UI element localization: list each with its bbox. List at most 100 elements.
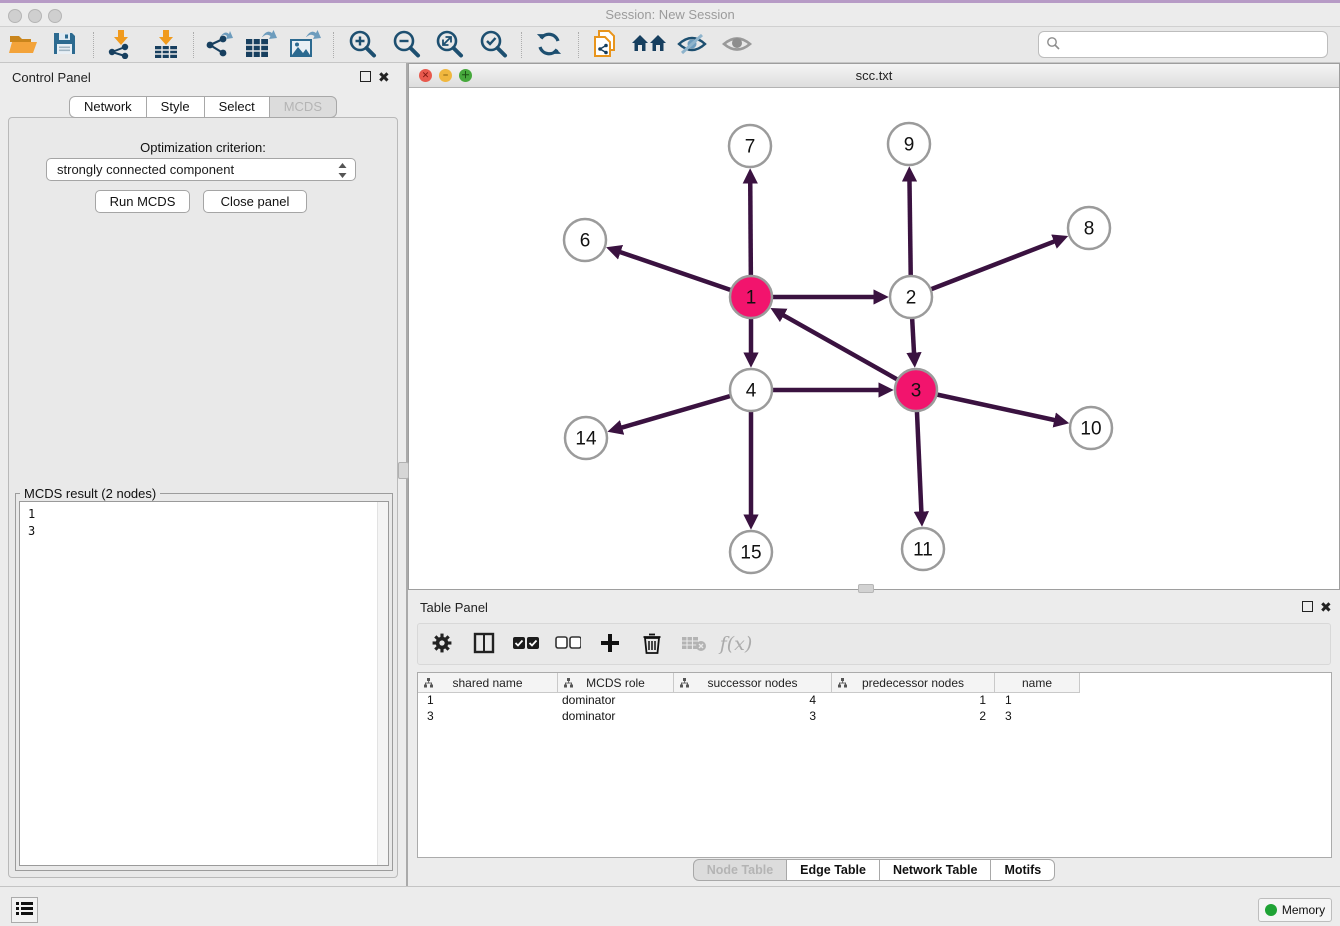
delete-table-button[interactable]: [680, 630, 708, 658]
result-scrollbar[interactable]: [377, 502, 388, 865]
export-image-button[interactable]: [285, 29, 325, 61]
tab-edge-table[interactable]: Edge Table: [786, 859, 880, 881]
column-header-shared-name[interactable]: shared name: [418, 673, 558, 693]
show-all-button[interactable]: [717, 29, 757, 61]
tab-select[interactable]: Select: [204, 96, 270, 118]
column-header-successor-nodes[interactable]: successor nodes: [674, 673, 832, 693]
export-network-button[interactable]: [198, 29, 238, 61]
horizontal-splitter-handle[interactable]: [858, 584, 874, 593]
select-chevrons-icon: [337, 162, 348, 185]
column-header-label: predecessor nodes: [862, 676, 964, 690]
zoom-in-icon: [347, 29, 377, 62]
app-title-bar: Session: New Session: [0, 0, 1340, 27]
select-all-button[interactable]: [512, 630, 540, 658]
column-header-label: shared name: [452, 676, 522, 690]
search-input[interactable]: [1065, 38, 1327, 52]
tab-mcds[interactable]: MCDS: [269, 96, 337, 118]
close-panel-icon[interactable]: ✖: [378, 72, 390, 83]
float-panel-icon[interactable]: [360, 71, 371, 82]
function-builder-button[interactable]: f(x): [722, 630, 750, 658]
table-cell[interactable]: 3: [995, 709, 1080, 725]
control-panel: Control Panel ✖ NetworkStyleSelectMCDS O…: [0, 63, 406, 886]
vertical-splitter-handle[interactable]: [398, 462, 409, 479]
column-header-MCDS-role[interactable]: MCDS role: [558, 673, 674, 693]
open-session-button[interactable]: [3, 29, 43, 61]
table-toolbar: f(x): [417, 623, 1331, 665]
window-minimize-button[interactable]: [28, 9, 42, 23]
toolbar-divider: [93, 32, 94, 58]
graph-node-label-11: 11: [913, 540, 933, 561]
graph-edge-2-8[interactable]: [911, 240, 1058, 297]
window-zoom-button[interactable]: [48, 9, 62, 23]
add-row-button[interactable]: [596, 630, 624, 658]
network-view-window: ✕ − ＋ scc.txt 7968124314101511: [408, 63, 1340, 590]
column-header-name[interactable]: name: [995, 673, 1080, 693]
close-table-panel-icon[interactable]: ✖: [1320, 602, 1332, 613]
node-table-rows: 1dominator4113dominator323: [418, 693, 1331, 725]
mcds-result-textarea[interactable]: 1 3: [19, 501, 389, 866]
graph-node-label-6: 6: [580, 231, 591, 252]
hierarchy-icon: [838, 677, 847, 691]
export-table-button[interactable]: [241, 29, 281, 61]
table-cell[interactable]: dominator: [558, 693, 674, 709]
developer-panel-button[interactable]: [11, 897, 38, 923]
refresh-view-button[interactable]: [529, 29, 569, 61]
trash-icon: [642, 632, 662, 657]
table-cell[interactable]: 1: [995, 693, 1080, 709]
hide-selected-button[interactable]: [672, 29, 712, 61]
float-table-panel-icon[interactable]: [1302, 601, 1313, 612]
table-panel-title: Table Panel: [420, 600, 488, 615]
first-neighbors-button[interactable]: [629, 29, 669, 61]
network-close-button[interactable]: ✕: [419, 69, 432, 82]
table-cell[interactable]: 2: [832, 709, 995, 725]
deselect-all-button[interactable]: [554, 630, 582, 658]
zoom-selected-button[interactable]: [473, 29, 513, 61]
graph-edge-3-1[interactable]: [780, 313, 916, 390]
network-canvas[interactable]: 7968124314101511: [409, 88, 1339, 589]
column-layout-button[interactable]: [470, 630, 498, 658]
import-table-button[interactable]: [146, 29, 186, 61]
save-session-button[interactable]: [44, 29, 84, 61]
import-network-button[interactable]: [100, 29, 140, 61]
table-panel: Table Panel ✖: [408, 593, 1340, 886]
search-field[interactable]: [1038, 31, 1328, 58]
table-cell[interactable]: dominator: [558, 709, 674, 725]
tab-style[interactable]: Style: [146, 96, 205, 118]
window-close-button[interactable]: [8, 9, 22, 23]
zoom-in-button[interactable]: [342, 29, 382, 61]
table-cell[interactable]: 1: [832, 693, 995, 709]
zoom-out-button[interactable]: [386, 29, 426, 61]
tab-node-table[interactable]: Node Table: [693, 859, 787, 881]
network-maximize-button[interactable]: ＋: [459, 69, 472, 82]
close-panel-button[interactable]: Close panel: [203, 190, 307, 213]
toolbar-divider: [333, 32, 334, 58]
hierarchy-icon: [424, 677, 433, 691]
control-panel-title: Control Panel: [12, 70, 91, 85]
tab-network-table[interactable]: Network Table: [879, 859, 992, 881]
main-toolbar: [0, 27, 1340, 63]
zoom-selected-icon: [478, 29, 508, 62]
table-row[interactable]: 3dominator323: [418, 709, 1331, 725]
network-minimize-button[interactable]: −: [439, 69, 452, 82]
table-cell[interactable]: 3: [674, 709, 832, 725]
optimization-criterion-select[interactable]: strongly connected component: [46, 158, 356, 181]
zoom-out-icon: [391, 29, 421, 62]
table-row[interactable]: 1dominator411: [418, 693, 1331, 709]
mcds-panel: Optimization criterion: strongly connect…: [8, 117, 398, 878]
mcds-result-group: MCDS result (2 nodes) 1 3: [15, 493, 393, 871]
table-settings-gear-button[interactable]: [428, 630, 456, 658]
run-mcds-button[interactable]: Run MCDS: [95, 190, 190, 213]
table-panel-tabs: Node TableEdge TableNetwork TableMotifs: [408, 859, 1340, 881]
tab-motifs[interactable]: Motifs: [990, 859, 1055, 881]
network-window-titlebar: ✕ − ＋ scc.txt: [409, 64, 1339, 88]
duplicate-network-button[interactable]: [585, 29, 625, 61]
table-cell[interactable]: 4: [674, 693, 832, 709]
column-header-predecessor-nodes[interactable]: predecessor nodes: [832, 673, 995, 693]
delete-row-button[interactable]: [638, 630, 666, 658]
zoom-fit-button[interactable]: [429, 29, 469, 61]
tab-network[interactable]: Network: [69, 96, 147, 118]
table-cell[interactable]: 3: [418, 709, 558, 725]
table-cell[interactable]: 1: [418, 693, 558, 709]
memory-button[interactable]: Memory: [1258, 898, 1332, 922]
unchecked-boxes-icon: [555, 636, 581, 653]
